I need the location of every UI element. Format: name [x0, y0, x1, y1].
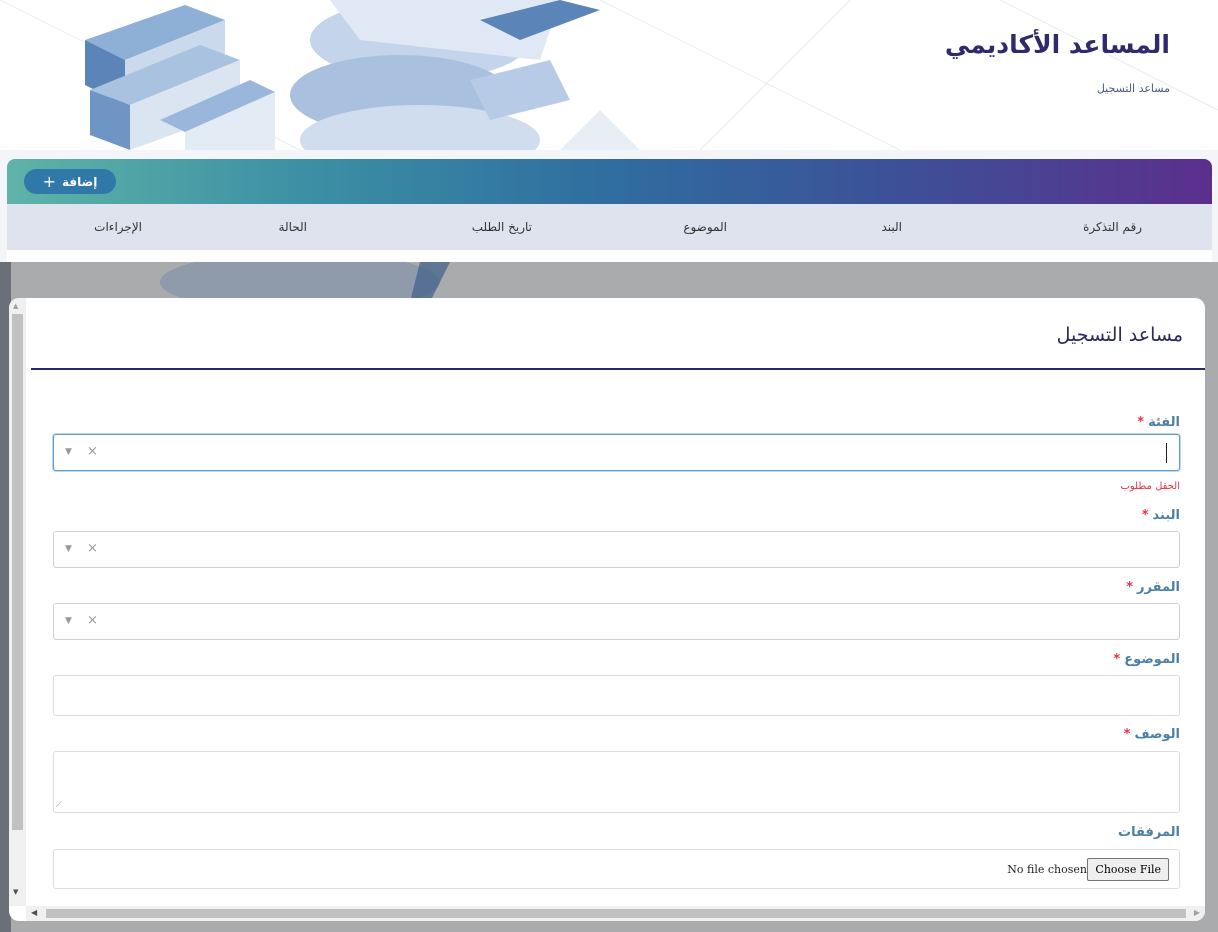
description-label-text: الوصف: [1134, 727, 1180, 742]
text-cursor: [1166, 443, 1167, 463]
column-status[interactable]: الحالة: [279, 220, 307, 234]
modal-title: مساعد التسجيل: [1056, 324, 1183, 346]
subject-label: الموضوع*: [1113, 652, 1180, 667]
horizontal-scrollbar[interactable]: ◀ ▶: [26, 906, 1205, 921]
file-status-text: No file chosen: [1007, 863, 1087, 876]
description-textarea[interactable]: ⟋: [53, 751, 1180, 813]
clear-icon[interactable]: ×: [87, 541, 98, 556]
subject-label-text: الموضوع: [1124, 652, 1180, 667]
breadcrumb[interactable]: مساعد التسجيل: [1097, 82, 1170, 95]
column-subject[interactable]: الموضوع: [683, 220, 727, 234]
app-title: المساعد الأكاديمي: [944, 30, 1170, 59]
category-label: الفئة*: [1137, 415, 1180, 430]
table-toolbar: إضافة +: [7, 159, 1212, 204]
chevron-down-icon[interactable]: ▼: [65, 616, 72, 626]
column-item[interactable]: البند: [881, 220, 902, 234]
scroll-up-icon[interactable]: ▲: [13, 302, 18, 310]
required-marker: *: [1137, 415, 1145, 430]
item-label-text: البند: [1152, 508, 1180, 523]
header-banner: المساعد الأكاديمي مساعد التسجيل: [0, 0, 1218, 150]
required-marker: *: [1113, 652, 1121, 667]
registration-modal: ▲ ▼ مساعد التسجيل الفئة* ▼ × الحقل مطلوب…: [9, 298, 1205, 921]
column-request-date[interactable]: تاريخ الطلب: [472, 220, 532, 234]
attachments-label-text: المرفقات: [1118, 825, 1180, 840]
attachments-file-input[interactable]: Choose File No file chosen: [53, 849, 1180, 889]
vertical-scrollbar[interactable]: ▲ ▼: [9, 298, 26, 906]
category-error: الحقل مطلوب: [1120, 481, 1180, 492]
required-marker: *: [1123, 727, 1131, 742]
table-body: [7, 250, 1212, 262]
add-button[interactable]: إضافة +: [24, 169, 116, 194]
plus-icon: +: [42, 171, 57, 191]
scroll-down-icon[interactable]: ▼: [13, 888, 18, 896]
chevron-down-icon[interactable]: ▼: [65, 447, 72, 457]
resize-grip-icon[interactable]: ⟋: [56, 800, 62, 810]
required-marker: *: [1141, 508, 1149, 523]
course-label: المقرر*: [1126, 580, 1180, 595]
category-select[interactable]: ▼ ×: [53, 434, 1180, 471]
column-actions[interactable]: الإجراءات: [94, 220, 142, 234]
description-label: الوصف*: [1124, 727, 1180, 742]
category-label-text: الفئة: [1148, 415, 1180, 430]
modal-header: مساعد التسجيل: [31, 298, 1205, 370]
scroll-right-icon[interactable]: ▶: [1194, 908, 1200, 917]
clear-icon[interactable]: ×: [87, 444, 98, 459]
course-label-text: المقرر: [1137, 580, 1180, 595]
horizontal-scroll-thumb[interactable]: [46, 909, 1186, 918]
vertical-scroll-thumb[interactable]: [12, 314, 23, 830]
add-button-label: إضافة: [62, 174, 98, 189]
attachments-label: المرفقات: [1118, 825, 1180, 840]
chevron-down-icon[interactable]: ▼: [65, 544, 72, 554]
clear-icon[interactable]: ×: [87, 613, 98, 628]
column-ticket-number[interactable]: رقم التذكرة: [1083, 220, 1142, 234]
subject-input[interactable]: [53, 675, 1180, 716]
item-label: البند*: [1142, 508, 1180, 523]
choose-file-button[interactable]: Choose File: [1087, 858, 1169, 881]
course-select[interactable]: ▼ ×: [53, 603, 1180, 640]
books-illustration: [0, 0, 1218, 150]
item-select[interactable]: ▼ ×: [53, 531, 1180, 568]
table-header: رقم التذكرة البند الموضوع تاريخ الطلب ال…: [7, 204, 1212, 250]
scroll-left-icon[interactable]: ◀: [31, 908, 37, 917]
required-marker: *: [1126, 580, 1134, 595]
